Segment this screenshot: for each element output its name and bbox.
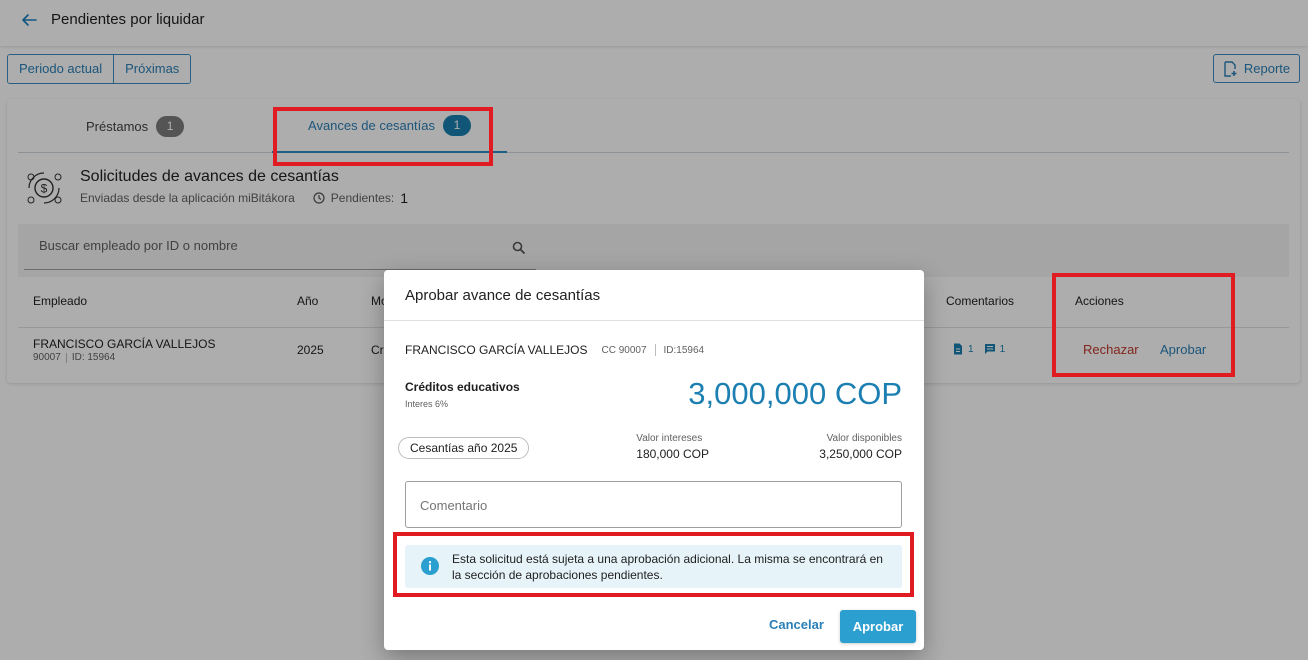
info-icon <box>421 557 439 575</box>
dialog-divider <box>384 320 924 321</box>
dialog-meta-divider <box>654 344 656 356</box>
cancel-button[interactable]: Cancelar <box>769 617 824 632</box>
interest-value: 180,000 COP <box>636 447 709 461</box>
dialog-employee-id: ID:15964 <box>663 344 705 356</box>
dialog-title: Aprobar avance de cesantías <box>405 287 601 304</box>
dialog-employee-cc: CC 90007 <box>601 344 647 356</box>
advance-amount: 3,000,000 COP <box>688 376 902 411</box>
credit-type: Créditos educativos <box>405 380 520 394</box>
available-value-label: Valor disponibles <box>826 433 902 444</box>
dialog-employee-name: FRANCISCO GARCÍA VALLEJOS <box>405 343 588 357</box>
interest-value-block: Valor intereses 180,000 COP <box>636 433 709 461</box>
comment-input[interactable] <box>420 498 880 513</box>
cesantias-year-chip: Cesantías año 2025 <box>398 437 530 459</box>
approve-dialog: Aprobar avance de cesantías FRANCISCO GA… <box>384 270 924 650</box>
interest-value-label: Valor intereses <box>636 433 703 444</box>
approve-button[interactable]: Aprobar <box>840 610 916 643</box>
dialog-employee: FRANCISCO GARCÍA VALLEJOS CC 90007 ID:15… <box>405 343 704 357</box>
info-text: Esta solicitud está sujeta a una aprobac… <box>452 552 883 582</box>
info-notice: Esta solicitud está sujeta a una aprobac… <box>405 545 902 588</box>
interest-rate: Interes 6% <box>405 399 449 409</box>
comment-field <box>405 481 902 528</box>
available-value: 3,250,000 COP <box>819 447 902 461</box>
available-value-block: Valor disponibles 3,250,000 COP <box>819 433 902 461</box>
